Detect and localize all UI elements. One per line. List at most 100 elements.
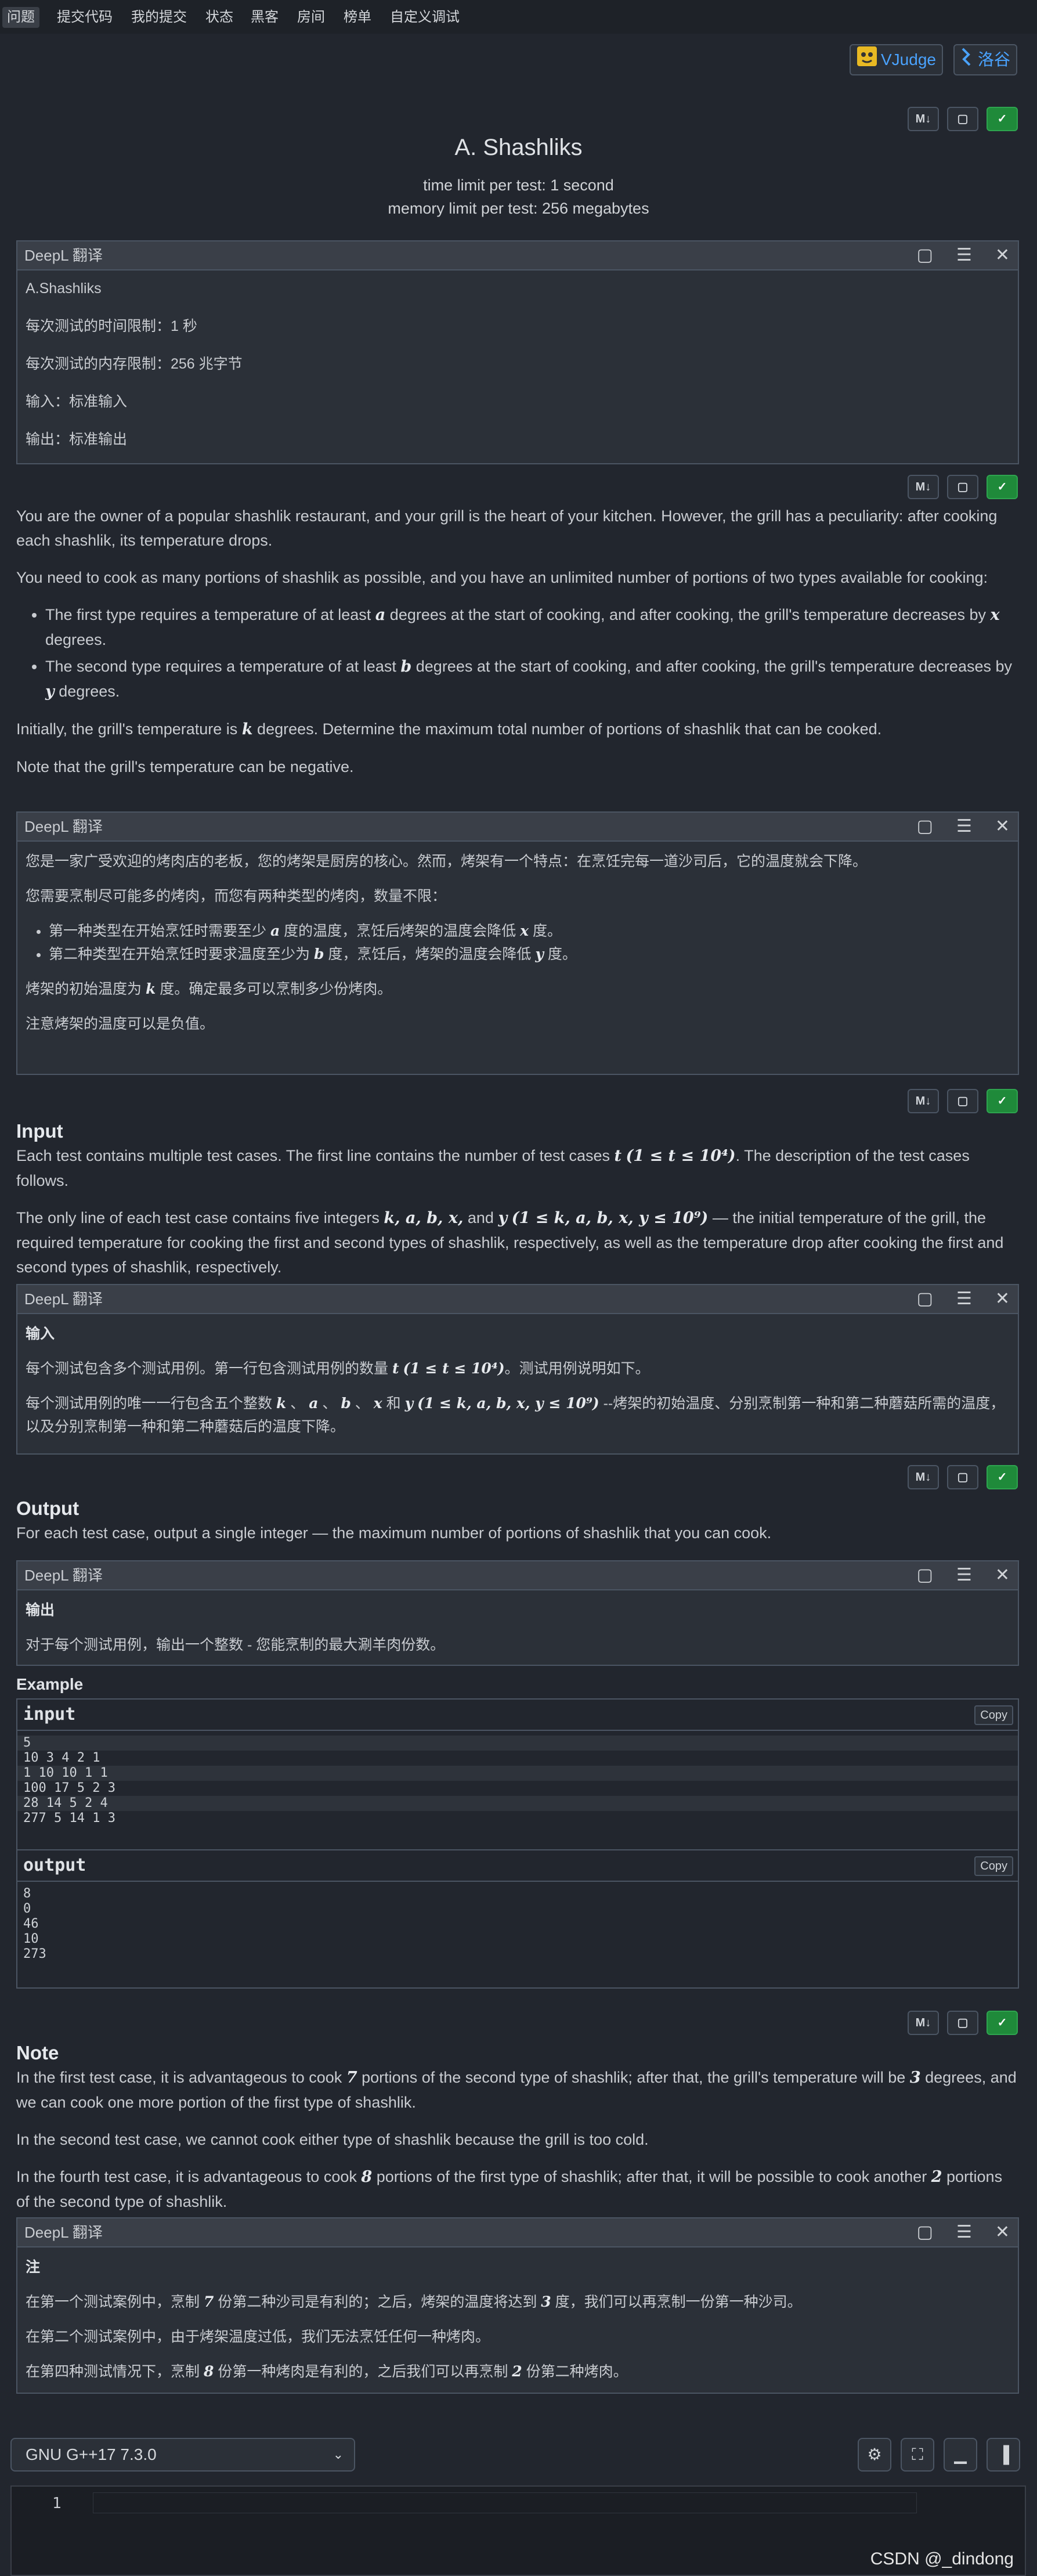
problem-toolbar-3: M↓ ▢ ✓ — [908, 1089, 1018, 1113]
nav-item-standings[interactable]: 榜单 — [339, 7, 376, 28]
copy-icon[interactable]: ▢ — [917, 241, 933, 269]
tr-note-p3: 在第四种测试情况下，烹制 8 份第一种烤肉是有利的，之后我们可以再烹制 2 份第… — [26, 2363, 628, 2380]
list-item: 10 3 4 2 1 — [23, 1751, 100, 1765]
markdown-button[interactable]: M↓ — [908, 107, 939, 131]
output-section: Output For each test case, output a sing… — [16, 1496, 1019, 1558]
settings-icon[interactable]: ⚙ — [858, 2438, 891, 2472]
close-icon[interactable]: ✕ — [995, 1285, 1010, 1313]
layout-side-icon[interactable]: ▐ — [987, 2438, 1020, 2472]
markdown-button[interactable]: M↓ — [908, 1089, 939, 1113]
memory-limit: memory limit per test: 256 megabytes — [388, 200, 649, 217]
nav-item-hacks[interactable]: 黑客 — [246, 7, 283, 28]
clipboard-icon[interactable]: ▢ — [947, 475, 978, 499]
list-item: 273 — [23, 1947, 46, 1961]
note-p1: In the first test case, it is advantageo… — [16, 2069, 1017, 2111]
clipboard-icon[interactable]: ▢ — [947, 1465, 978, 1489]
nav-item-status[interactable]: 状态 — [201, 7, 238, 28]
copy-input-button[interactable]: Copy — [974, 1705, 1013, 1725]
markdown-button[interactable]: M↓ — [908, 1465, 939, 1489]
markdown-button[interactable]: M↓ — [908, 2011, 939, 2035]
chevron-down-icon: ⌄ — [333, 2447, 344, 2462]
luogu-icon — [960, 46, 974, 75]
fullscreen-icon[interactable]: ⛶ — [901, 2438, 934, 2472]
tr-title: A.Shashliks — [26, 280, 102, 297]
editor-toolbar: ⚙ ⛶ ▁ ▐ — [858, 2438, 1020, 2472]
list-item: 5 — [17, 1736, 1018, 1751]
problem-toolbar-5: M↓ ▢ ✓ — [908, 2011, 1018, 2035]
language-select[interactable]: GNU G++17 7.3.0 ⌄ — [10, 2438, 355, 2472]
copy-output-button[interactable]: Copy — [974, 1856, 1013, 1876]
clipboard-icon[interactable]: ▢ — [947, 107, 978, 131]
copy-icon[interactable]: ▢ — [917, 1285, 933, 1313]
statement-p1: You are the owner of a popular shashlik … — [16, 507, 998, 549]
nav-item-problem[interactable]: 问题 — [2, 7, 39, 28]
list-item: 46 — [23, 1917, 39, 1931]
output-p1: For each test case, output a single inte… — [16, 1524, 772, 1542]
format-icon[interactable]: ☰ — [956, 1561, 972, 1589]
tr-statement-p1: 您是一家广受欢迎的烤肉店的老板，您的烤架是厨房的核心。然而，烤架有一个特点：在烹… — [26, 853, 868, 870]
tr-input-heading: 输入 — [26, 1326, 55, 1342]
output-heading: Output — [16, 1498, 80, 1519]
deepl-label: DeepL 翻译 — [24, 2224, 103, 2241]
clipboard-icon[interactable]: ▢ — [947, 2011, 978, 2035]
list-item: 10 — [23, 1932, 39, 1946]
problem-title: A. Shashliks — [454, 135, 583, 160]
close-icon[interactable]: ✕ — [995, 813, 1010, 840]
green-toggle-icon[interactable]: ✓ — [987, 1089, 1018, 1113]
current-line[interactable] — [93, 2492, 917, 2513]
nav-item-my-submissions[interactable]: 我的提交 — [127, 7, 191, 28]
format-icon[interactable]: ☰ — [956, 2218, 972, 2246]
green-toggle-icon[interactable]: ✓ — [987, 1465, 1018, 1489]
example-input-label: input — [23, 1704, 76, 1724]
tr-statement-li2: 第二种类型在开始烹饪时要求温度至少为 b 度，烹饪后，烤架的温度会降低 y 度。 — [49, 943, 1010, 966]
clipboard-icon[interactable]: ▢ — [947, 1089, 978, 1113]
problem-toolbar-1: M↓ ▢ ✓ — [908, 107, 1018, 131]
tr-memory: 每次测试的内存限制：256 兆字节 — [26, 356, 243, 372]
format-icon[interactable]: ☰ — [956, 813, 972, 840]
line-number: 1 — [52, 2495, 62, 2512]
list-item: 28 14 5 2 4 — [17, 1796, 1018, 1811]
green-toggle-icon[interactable]: ✓ — [987, 475, 1018, 499]
tr-output: 输出：标准输出 — [26, 431, 128, 448]
note-heading: Note — [16, 2042, 59, 2063]
green-toggle-icon[interactable]: ✓ — [987, 2011, 1018, 2035]
markdown-button[interactable]: M↓ — [908, 475, 939, 499]
tr-input-p1: 每个测试包含多个测试用例。第一行包含测试用例的数量 t (1 ≤ t ≤ 10⁴… — [26, 1360, 650, 1377]
close-icon[interactable]: ✕ — [995, 1561, 1010, 1589]
list-item: 100 17 5 2 3 — [23, 1781, 115, 1795]
close-icon[interactable]: ✕ — [995, 2218, 1010, 2246]
copy-icon[interactable]: ▢ — [917, 813, 933, 840]
close-icon[interactable]: ✕ — [995, 241, 1010, 269]
green-toggle-icon[interactable]: ✓ — [987, 107, 1018, 131]
nav-item-submit[interactable]: 提交代码 — [52, 7, 117, 28]
tr-statement-p3: 烤架的初始温度为 k 度。确定最多可以烹制多少份烤肉。 — [26, 980, 392, 997]
example-output-lines: 8 0 46 10 273 — [17, 1882, 1018, 1967]
editor-gutter — [12, 2487, 81, 2575]
copy-icon[interactable]: ▢ — [917, 2218, 933, 2246]
input-section: Input Each test contains multiple test c… — [16, 1119, 1019, 1292]
example-input-box: input Copy 5 10 3 4 2 1 1 10 10 1 1 100 … — [16, 1698, 1019, 1850]
copy-icon[interactable]: ▢ — [917, 1561, 933, 1589]
vjudge-link[interactable]: VJudge — [850, 44, 943, 75]
tr-output-heading: 输出 — [26, 1602, 55, 1618]
format-icon[interactable]: ☰ — [956, 241, 972, 269]
list-item: 1 10 10 1 1 — [17, 1766, 1018, 1781]
deepl-label: DeepL 翻译 — [24, 247, 103, 264]
nav-item-room[interactable]: 房间 — [292, 7, 330, 28]
deepl-statement-translation: DeepL 翻译 ▢ ☰ ✕ 您是一家广受欢迎的烤肉店的老板，您的烤架是厨房的核心。… — [16, 811, 1019, 1075]
tr-time: 每次测试的时间限制：1 秒 — [26, 318, 197, 334]
tr-statement-p4: 注意烤架的温度可以是负值。 — [26, 1016, 215, 1032]
top-nav: 问题 提交代码 我的提交 状态 黑客 房间 榜单 自定义调试 — [0, 0, 1037, 34]
problem-toolbar-2: M↓ ▢ ✓ — [908, 475, 1018, 499]
luogu-link[interactable]: 洛谷 — [953, 44, 1018, 75]
tr-statement-li1: 第一种类型在开始烹饪时需要至少 a 度的温度，烹饪后烤架的温度会降低 x 度。 — [49, 919, 1010, 943]
layout-bottom-icon[interactable]: ▁ — [944, 2438, 977, 2472]
statement-li1: The first type requires a temperature of… — [45, 602, 1019, 652]
tr-input-p2: 每个测试用例的唯一一行包含五个整数 k 、 a 、 b 、 x 和 y (1 ≤… — [26, 1395, 1005, 1435]
list-item: 277 5 14 1 3 — [23, 1811, 115, 1825]
input-p1: Each test contains multiple test cases. … — [16, 1147, 970, 1189]
deepl-header-translation: DeepL 翻译 ▢ ☰ ✕ A.Shashliks 每次测试的时间限制：1 秒 每… — [16, 240, 1019, 464]
nav-item-custom-test[interactable]: 自定义调试 — [385, 7, 464, 28]
format-icon[interactable]: ☰ — [956, 1285, 972, 1313]
statement: You are the owner of a popular shashlik … — [16, 504, 1019, 792]
